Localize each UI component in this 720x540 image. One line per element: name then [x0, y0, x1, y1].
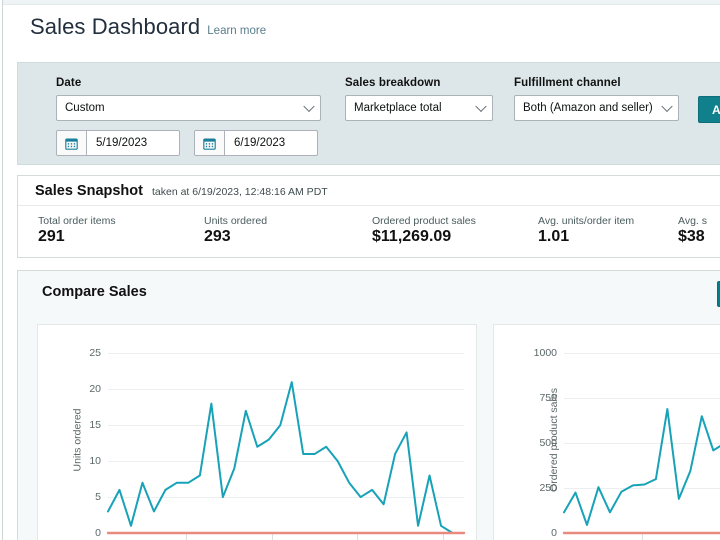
- chart-0-series-group: [106, 381, 466, 535]
- chart-1-plot: 0 250 500 750 1000: [534, 339, 720, 540]
- chart-1-series-group: [562, 408, 720, 535]
- ordered-product-sales-chart: Ordered product sales 0 250 500 750 1000: [493, 324, 720, 540]
- filter-panel: Date Custom 5/19/2023 6/19/2023 Sales br…: [17, 62, 720, 165]
- date-inputs-row: 5/19/2023 6/19/2023: [56, 130, 321, 156]
- sales-dashboard-page: Sales Dashboard Learn more Date Custom 5…: [0, 0, 720, 540]
- sales-snapshot-timestamp: taken at 6/19/2023, 12:48:16 AM PDT: [151, 186, 328, 198]
- fulfillment-channel-value: Both (Amazon and seller): [523, 102, 653, 114]
- start-date-field[interactable]: 5/19/2023: [56, 130, 180, 156]
- end-date-field[interactable]: 6/19/2023: [194, 130, 318, 156]
- metric-total-order-items: Total order items 291: [38, 215, 204, 246]
- charts-container: Units ordered 0 5 10 15 20 25 Ordered product…: [37, 324, 720, 540]
- metric-avg-sales-clipped: Avg. s $38: [678, 215, 720, 246]
- fulfillment-channel-group: Fulfillment channel Both (Amazon and sel…: [514, 77, 679, 121]
- metric-units-ordered: Units ordered 293: [204, 215, 372, 246]
- compare-sales-header: Compare Sales: [18, 271, 720, 313]
- metric-label: Total order items: [38, 215, 116, 227]
- chart-0-ytick-label: 20: [89, 383, 101, 396]
- metric-label: Ordered product sales: [372, 215, 476, 227]
- sales-breakdown-select[interactable]: Marketplace total: [345, 95, 493, 121]
- metric-value: 293: [204, 228, 231, 245]
- page-header: Sales Dashboard Learn more: [30, 14, 266, 40]
- chevron-down-icon: [303, 100, 315, 113]
- chart-0-ytick-label: 5: [95, 491, 101, 504]
- sales-snapshot-card: Sales Snapshot taken at 6/19/2023, 12:48…: [17, 175, 720, 258]
- metric-value: $38: [678, 228, 705, 245]
- fulfillment-channel-label: Fulfillment channel: [514, 77, 621, 89]
- chart-1-ytick-label: 500: [539, 437, 557, 450]
- chart-1-line-ordered-product-sales: [563, 408, 720, 526]
- chart-0-ytick-label: 0: [95, 527, 101, 539]
- filter-row: Date Custom 5/19/2023 6/19/2023 Sales br…: [56, 77, 679, 156]
- sales-breakdown-label: Sales breakdown: [345, 77, 441, 89]
- date-filter-group: Date Custom 5/19/2023 6/19/2023: [56, 77, 321, 156]
- chart-0-ytick-label: 15: [89, 419, 101, 432]
- chart-0-ytick-label: 25: [89, 347, 101, 360]
- left-rail-divider: [0, 0, 3, 540]
- metric-label: Units ordered: [204, 215, 268, 227]
- metric-avg-units-per-order-item: Avg. units/order item 1.01: [538, 215, 678, 246]
- metric-value: 1.01: [538, 228, 570, 245]
- end-date-input[interactable]: 6/19/2023: [225, 131, 317, 155]
- chart-1-ytick-label: 250: [539, 482, 557, 495]
- sales-breakdown-value: Marketplace total: [354, 102, 442, 114]
- chevron-down-icon: [661, 100, 673, 113]
- sales-snapshot-metrics: Total order items 291 Units ordered 293 …: [18, 206, 720, 257]
- sales-snapshot-title: Sales Snapshot: [35, 183, 143, 199]
- calendar-icon[interactable]: [195, 131, 225, 155]
- calendar-icon[interactable]: [57, 131, 87, 155]
- top-strip: [0, 0, 720, 5]
- compare-sales-title: Compare Sales: [42, 284, 147, 300]
- fulfillment-channel-select[interactable]: Both (Amazon and seller): [514, 95, 679, 121]
- chevron-down-icon: [475, 100, 487, 113]
- learn-more-link[interactable]: Learn more: [207, 25, 266, 37]
- sales-snapshot-header: Sales Snapshot taken at 6/19/2023, 12:48…: [18, 176, 720, 206]
- chart-1-ytick-label: 750: [539, 392, 557, 405]
- chart-0-ylabel: Units ordered: [71, 408, 84, 472]
- metric-label: Avg. units/order item: [538, 215, 635, 227]
- metric-label: Avg. s: [678, 215, 707, 227]
- chart-0-line-units-ordered: [107, 381, 465, 534]
- units-ordered-chart: Units ordered 0 5 10 15 20 25: [37, 324, 477, 540]
- page-title: Sales Dashboard: [30, 14, 201, 39]
- date-range-select-value: Custom: [65, 102, 105, 114]
- metric-value: $11,269.09: [372, 228, 452, 245]
- metric-ordered-product-sales: Ordered product sales $11,269.09: [372, 215, 538, 246]
- chart-1-ytick-label: 1000: [533, 347, 557, 360]
- chart-1-ytick-label: 0: [551, 527, 557, 539]
- metric-value: 291: [38, 228, 65, 245]
- chart-0-ytick-label: 10: [89, 455, 101, 468]
- start-date-input[interactable]: 5/19/2023: [87, 131, 179, 155]
- date-filter-label: Date: [56, 77, 82, 89]
- sales-breakdown-group: Sales breakdown Marketplace total: [345, 77, 493, 121]
- apply-button[interactable]: Apply: [698, 96, 720, 123]
- date-range-select[interactable]: Custom: [56, 95, 321, 121]
- chart-0-plot: 0 5 10 15 20 25: [89, 339, 466, 540]
- compare-sales-card: Compare Sales Units ordered 0 5 10 15 20 25 O…: [17, 270, 720, 540]
